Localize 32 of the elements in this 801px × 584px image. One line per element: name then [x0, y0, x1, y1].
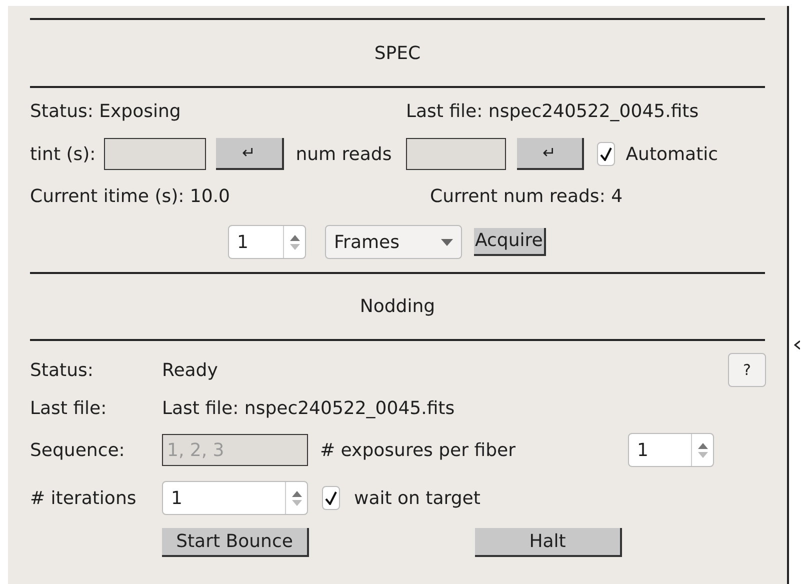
checkbox[interactable]: [322, 486, 340, 510]
halt-button[interactable]: Halt: [475, 528, 622, 557]
num-reads-text: Current num reads: 4: [430, 185, 623, 209]
checkbox-label: Automatic: [626, 142, 718, 166]
section-title: Nodding: [360, 295, 436, 319]
field-label: # iterations: [30, 488, 136, 508]
field-label: # exposures per fiber: [320, 438, 516, 462]
caret-icon: [441, 238, 453, 246]
spin-box[interactable]: 1: [628, 433, 714, 467]
status-value: Ready: [162, 358, 218, 382]
acquire-button[interactable]: Acquire: [474, 228, 546, 256]
spin-box[interactable]: 1: [162, 481, 308, 515]
itime-text: Current itime (s): 10.0: [30, 186, 230, 207]
field-label: num reads: [296, 142, 392, 166]
field-label: tint (s):: [30, 142, 96, 166]
enter-button[interactable]: ↵: [216, 138, 284, 170]
last-file-text: Last file: nspec240522_0045.fits: [162, 397, 455, 421]
section-title: SPEC: [374, 42, 421, 66]
help-button[interactable]: ?: [728, 353, 766, 387]
last-file-text: Last file: nspec240522_0045.fits: [406, 100, 699, 124]
dropdown[interactable]: Frames: [325, 225, 462, 259]
field-label: Last file:: [30, 398, 107, 419]
status-text: Status: Exposing: [30, 101, 181, 122]
checkbox[interactable]: [596, 142, 615, 166]
field-label: Sequence:: [30, 440, 125, 460]
field-label: Status:: [30, 360, 94, 380]
enter-button[interactable]: ↵: [516, 138, 584, 170]
spin-box[interactable]: 1: [228, 225, 306, 259]
input-field[interactable]: [104, 138, 206, 170]
input-field[interactable]: [406, 138, 506, 170]
start-bounce-button[interactable]: Start Bounce: [162, 528, 309, 557]
checkbox-label: wait on target: [354, 486, 480, 510]
